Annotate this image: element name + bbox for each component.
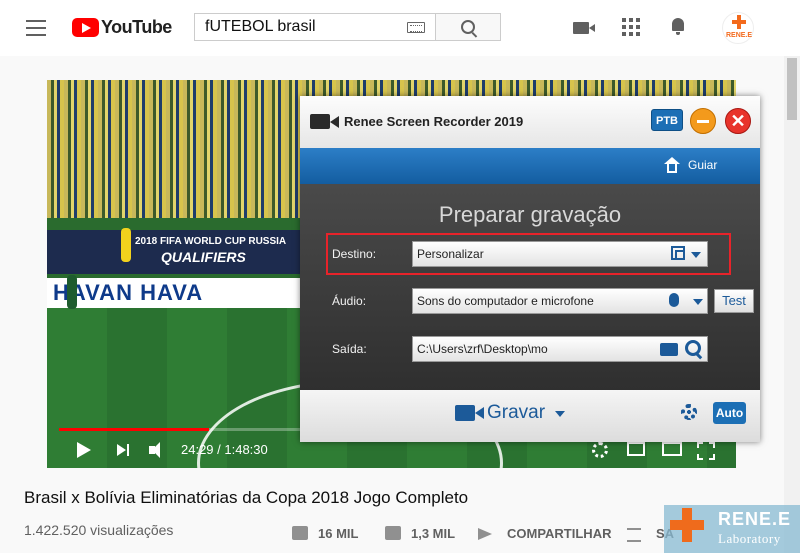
audio-label: Áudio: <box>332 294 367 308</box>
watermark: RENE.E Laboratory <box>664 505 800 553</box>
recorder-footer: Gravar Auto <box>300 390 760 442</box>
gear-icon[interactable] <box>681 404 697 420</box>
destination-value: Personalizar <box>417 247 484 261</box>
destination-select[interactable]: Personalizar <box>412 241 708 267</box>
language-button[interactable]: PTB <box>651 109 683 131</box>
recorder-title: Renee Screen Recorder 2019 <box>344 114 524 129</box>
guide-link[interactable]: Guiar <box>688 158 717 172</box>
hamburger-menu-icon[interactable] <box>26 20 46 36</box>
search-icon[interactable] <box>685 340 701 356</box>
top-bar: YouTube RENE.E <box>0 0 800 56</box>
record-camera-icon[interactable] <box>455 405 484 421</box>
recorder-nav-bar: Guiar <box>300 148 760 184</box>
camera-icon <box>310 114 339 129</box>
avatar-label: RENE.E <box>725 32 753 39</box>
next-video-icon[interactable] <box>117 444 131 456</box>
folder-icon[interactable] <box>660 343 678 356</box>
theater-mode-icon[interactable] <box>662 442 682 456</box>
output-path-value: C:\Users\zrf\Desktop\mo <box>417 342 548 356</box>
youtube-wordmark: YouTube <box>101 17 172 37</box>
destination-label: Destino: <box>332 247 377 261</box>
dislike-count[interactable]: 1,3 MIL <box>411 526 455 541</box>
select-area-icon[interactable] <box>671 246 685 260</box>
fullscreen-icon[interactable] <box>697 442 715 460</box>
youtube-logo[interactable]: YouTube <box>72 17 172 38</box>
play-icon[interactable] <box>77 442 91 458</box>
settings-gear-icon[interactable] <box>592 442 608 458</box>
player-figure <box>67 275 77 309</box>
recorder-heading: Preparar gravação <box>438 202 622 227</box>
player-figure <box>121 228 131 262</box>
watermark-brand: RENE.E <box>718 509 792 529</box>
rene-logo-icon <box>670 508 704 542</box>
video-title: Brasil x Bolívia Eliminatórias da Copa 2… <box>24 488 469 507</box>
youtube-play-icon <box>72 18 99 37</box>
like-count[interactable]: 16 MIL <box>318 526 358 541</box>
close-button[interactable]: ✕ <box>725 108 751 134</box>
banner-line1: 2018 FIFA WORLD CUP RUSSIA <box>135 236 287 247</box>
rene-logo-icon <box>732 15 746 29</box>
recorder-window: Renee Screen Recorder 2019 PTB ✕ Guiar P… <box>300 96 760 442</box>
video-progress-played <box>59 428 209 431</box>
share-icon[interactable] <box>478 528 492 540</box>
watermark-sub: Laboratory <box>718 531 781 546</box>
view-count: 1.422.520 visualizações <box>24 522 174 538</box>
share-button[interactable]: COMPARTILHAR <box>507 526 611 541</box>
page-scrollbar[interactable] <box>784 56 800 553</box>
chevron-down-icon[interactable] <box>691 252 701 258</box>
miniplayer-icon[interactable] <box>627 442 645 456</box>
test-button[interactable]: Test <box>714 289 754 313</box>
recorder-titlebar[interactable]: Renee Screen Recorder 2019 PTB ✕ <box>300 96 760 148</box>
home-icon[interactable] <box>664 157 680 173</box>
avatar[interactable]: RENE.E <box>722 12 754 44</box>
output-label: Saída: <box>332 342 367 356</box>
record-button[interactable]: Gravar <box>487 402 545 424</box>
thumbs-down-icon[interactable] <box>385 526 401 540</box>
volume-icon[interactable] <box>149 442 169 458</box>
auto-button[interactable]: Auto <box>713 402 746 424</box>
notifications-bell-icon[interactable] <box>670 18 686 35</box>
scrollbar-thumb[interactable] <box>787 58 797 120</box>
chevron-down-icon[interactable] <box>693 299 703 305</box>
save-playlist-icon[interactable] <box>627 528 641 542</box>
keyboard-icon[interactable] <box>407 22 425 33</box>
minimize-button[interactable] <box>690 108 716 134</box>
chevron-down-icon[interactable] <box>555 411 565 417</box>
microphone-icon[interactable] <box>669 293 679 307</box>
thumbs-up-icon[interactable] <box>292 526 308 540</box>
search-button[interactable] <box>436 13 501 41</box>
search-input[interactable] <box>203 17 397 37</box>
video-time: 24:29 / 1:48:30 <box>181 442 268 457</box>
audio-value: Sons do computador e microfone <box>417 294 594 308</box>
audio-select[interactable]: Sons do computador e microfone <box>412 288 708 314</box>
apps-grid-icon[interactable] <box>622 18 640 36</box>
create-video-icon[interactable] <box>573 22 595 34</box>
output-path-field[interactable]: C:\Users\zrf\Desktop\mo <box>412 336 708 362</box>
banner-line2: QUALIFIERS <box>161 249 246 265</box>
search-icon <box>461 20 475 34</box>
search-box <box>194 13 436 41</box>
